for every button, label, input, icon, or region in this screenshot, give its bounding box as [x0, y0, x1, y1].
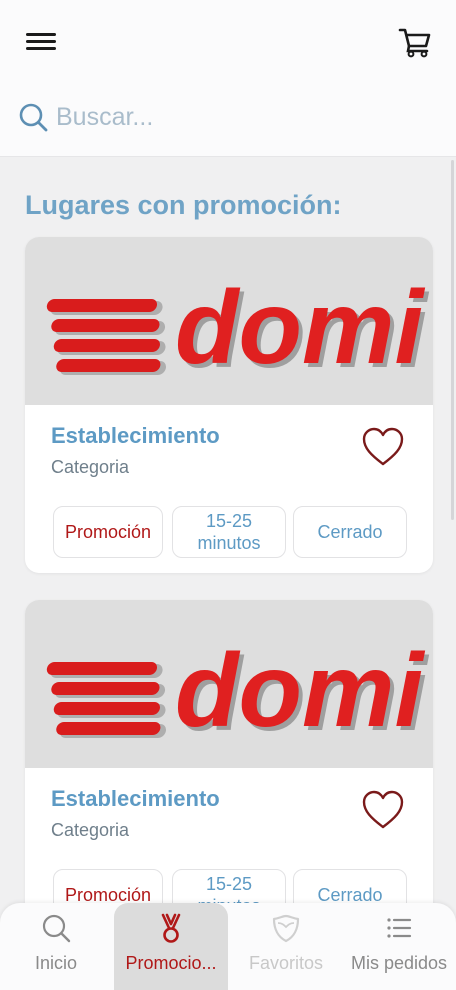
- delivery-time-range: 15-25: [205, 511, 253, 531]
- section-title: Lugares con promoción:: [25, 190, 342, 220]
- card-banner-image: domi domi: [25, 237, 433, 405]
- establishment-card[interactable]: domi domi Establecimiento Categoria Prom…: [25, 600, 433, 936]
- bottom-navigation: Inicio Promocio... Favoritos Mis pedidos: [0, 903, 456, 990]
- search-input[interactable]: [56, 100, 416, 134]
- scrollbar[interactable]: [451, 160, 454, 520]
- shield-icon: [272, 914, 300, 943]
- nav-label: Favoritos: [248, 953, 324, 973]
- establishment-name: Establecimiento: [51, 423, 220, 448]
- medal-icon: [161, 913, 181, 943]
- hamburger-menu-icon[interactable]: [26, 30, 56, 54]
- domi-logo: domi domi: [46, 633, 430, 753]
- nav-item-promociones[interactable]: Promocio...: [114, 903, 228, 990]
- shopping-cart-icon[interactable]: [398, 26, 432, 58]
- status-chip[interactable]: Cerrado: [293, 506, 407, 558]
- promotion-chip[interactable]: Promoción: [53, 506, 163, 558]
- top-app-bar: [0, 0, 456, 78]
- search-bar: [0, 78, 456, 157]
- establishment-card[interactable]: domi domi Establecimiento Categoria Prom…: [25, 237, 433, 573]
- delivery-time-chip[interactable]: 15-25 minutos: [172, 506, 286, 558]
- svg-text:domi: domi: [175, 270, 426, 386]
- establishment-category: Categoria: [51, 820, 130, 840]
- nav-item-favoritos[interactable]: Favoritos: [236, 903, 336, 990]
- nav-label: Mis pedidos: [350, 953, 448, 973]
- heart-outline-icon[interactable]: [361, 427, 405, 467]
- search-icon[interactable]: [18, 102, 48, 132]
- nav-item-mis-pedidos[interactable]: Mis pedidos: [342, 903, 456, 990]
- search-icon: [42, 914, 71, 943]
- domi-logo: domi domi: [46, 270, 430, 390]
- svg-text:domi: domi: [175, 633, 426, 749]
- list-icon: [387, 918, 412, 938]
- establishment-name: Establecimiento: [51, 786, 220, 811]
- nav-label: Promocio...: [125, 953, 217, 973]
- delivery-time-range: 15-25: [205, 874, 253, 894]
- nav-label: Inicio: [34, 953, 78, 973]
- nav-item-inicio[interactable]: Inicio: [6, 903, 106, 990]
- card-banner-image: domi domi: [25, 600, 433, 768]
- establishment-category: Categoria: [51, 457, 130, 477]
- delivery-time-unit: minutos: [197, 533, 261, 553]
- heart-outline-icon[interactable]: [361, 790, 405, 830]
